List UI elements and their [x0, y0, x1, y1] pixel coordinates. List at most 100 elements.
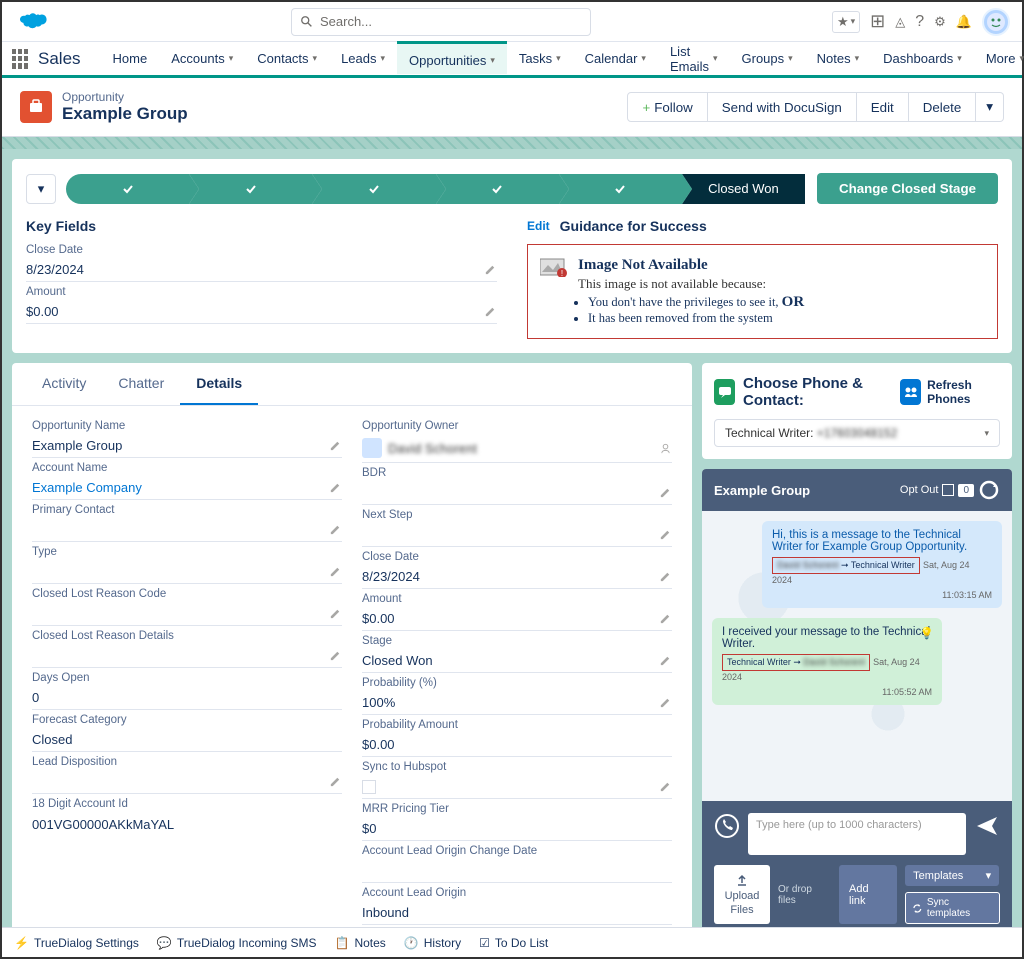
nav-calendar[interactable]: Calendar▾ — [573, 42, 658, 75]
nav-contacts[interactable]: Contacts▾ — [245, 42, 329, 75]
edit-pencil-icon[interactable] — [329, 481, 342, 494]
path-card: ▾ Closed Won Change Closed Stage Key Fie… — [12, 159, 1012, 353]
global-search[interactable]: Search... — [291, 8, 591, 36]
owner-link[interactable]: David Schorent — [388, 441, 477, 456]
edit-pencil-icon[interactable] — [484, 263, 497, 276]
truedialog-settings[interactable]: ⚡TrueDialog Settings — [14, 936, 139, 950]
edit-pencil-icon[interactable] — [329, 775, 342, 788]
edit-pencil-icon[interactable] — [659, 612, 672, 625]
add-icon[interactable]: ⊞ — [870, 11, 885, 32]
nav-notes[interactable]: Notes▾ — [805, 42, 872, 75]
tab-details[interactable]: Details — [180, 363, 258, 405]
refresh-phones-button[interactable]: Refresh Phones — [900, 378, 1000, 406]
notifications-icon[interactable]: 🔔 — [956, 14, 972, 30]
header-utilities: ★▾ ⊞ ◬ ? ⚙ 🔔 — [832, 8, 1010, 36]
edit-pencil-icon[interactable] — [659, 696, 672, 709]
phone-contact-select[interactable]: Technical Writer: +17603048152 ▾ — [714, 419, 1000, 447]
guidance-edit-link[interactable]: Edit — [527, 219, 550, 233]
edit-pencil-icon[interactable] — [329, 523, 342, 536]
user-avatar[interactable] — [982, 8, 1010, 36]
edit-pencil-icon[interactable] — [484, 305, 497, 318]
phone-title: Choose Phone & Contact: — [743, 375, 892, 409]
key-fields-row: Key Fields Close Date 8/23/2024 Amount $… — [26, 218, 998, 339]
page-body: Opportunity Example Group +Follow Send w… — [2, 78, 1022, 927]
upload-files-button[interactable]: UploadFiles — [714, 865, 770, 924]
nav-list-emails[interactable]: List Emails▾ — [658, 42, 730, 75]
footer-notes[interactable]: 📋Notes — [334, 936, 385, 950]
optout-checkbox[interactable] — [942, 484, 954, 496]
edit-pencil-icon[interactable] — [659, 528, 672, 541]
message-input[interactable]: Type here (up to 1000 characters) — [748, 813, 966, 855]
trailhead-icon[interactable]: ◬ — [895, 14, 905, 30]
chat-composer: Type here (up to 1000 characters) Upload… — [702, 801, 1012, 927]
stage-2[interactable] — [189, 174, 312, 204]
sales-path: ▾ Closed Won Change Closed Stage — [26, 173, 998, 204]
change-stage-button[interactable]: Change Closed Stage — [817, 173, 998, 204]
stage-3[interactable] — [312, 174, 435, 204]
amount-value: $0.00 — [26, 300, 497, 324]
app-launcher-icon[interactable] — [12, 49, 28, 69]
tab-activity[interactable]: Activity — [26, 363, 102, 405]
stage-1[interactable] — [66, 174, 189, 204]
edit-button[interactable]: Edit — [857, 92, 909, 122]
details-card: Activity Chatter Details Opportunity Nam… — [12, 363, 692, 927]
setup-icon[interactable]: ⚙ — [934, 14, 946, 30]
phone-card: Choose Phone & Contact: Refresh Phones T… — [702, 363, 1012, 459]
send-icon[interactable] — [974, 813, 1000, 839]
nav-accounts[interactable]: Accounts▾ — [159, 42, 245, 75]
add-link-button[interactable]: Add link — [839, 865, 897, 924]
delete-button[interactable]: Delete — [909, 92, 977, 122]
nav-leads[interactable]: Leads▾ — [329, 42, 397, 75]
footer-todo[interactable]: ☑To Do List — [479, 936, 548, 950]
edit-pencil-icon[interactable] — [659, 654, 672, 667]
tab-chatter[interactable]: Chatter — [102, 363, 180, 405]
message-count: 0 — [958, 484, 974, 497]
docusign-button[interactable]: Send with DocuSign — [708, 92, 857, 122]
app-navigation: Sales Home Accounts▾ Contacts▾ Leads▾ Op… — [2, 42, 1022, 78]
edit-pencil-icon[interactable] — [659, 780, 672, 793]
chat-refresh-icon[interactable] — [978, 479, 1000, 501]
nav-groups[interactable]: Groups▾ — [730, 42, 805, 75]
edit-pencil-icon[interactable] — [329, 649, 342, 662]
nav-home[interactable]: Home — [101, 42, 160, 75]
salesforce-logo — [14, 10, 50, 34]
nav-dashboards[interactable]: Dashboards▾ — [871, 42, 974, 75]
nav-opportunities[interactable]: Opportunities▾ — [397, 41, 507, 74]
stage-closed-won[interactable]: Closed Won — [682, 174, 805, 204]
account-link[interactable]: Example Company — [32, 480, 142, 495]
truedialog-sms[interactable]: 💬TrueDialog Incoming SMS — [157, 936, 317, 950]
incoming-message: 💡 I received your message to the Technic… — [712, 618, 942, 705]
edit-pencil-icon[interactable] — [329, 439, 342, 452]
stage-4[interactable] — [436, 174, 559, 204]
record-title: Example Group — [62, 104, 188, 124]
bulb-icon: 💡 — [920, 626, 934, 640]
edit-pencil-icon[interactable] — [659, 570, 672, 583]
app-name: Sales — [38, 49, 81, 69]
sync-icon — [912, 903, 923, 914]
favorites-button[interactable]: ★▾ — [832, 11, 860, 33]
svg-text:!: ! — [561, 269, 563, 277]
dial-icon[interactable] — [714, 813, 740, 839]
follow-button[interactable]: +Follow — [627, 92, 707, 122]
nav-more[interactable]: More▾ — [974, 42, 1024, 75]
nav-tasks[interactable]: Tasks▾ — [507, 42, 573, 75]
edit-pencil-icon[interactable] — [329, 607, 342, 620]
edit-pencil-icon[interactable] — [659, 486, 672, 499]
broken-image-icon: ! — [540, 257, 568, 277]
global-header: Search... ★▾ ⊞ ◬ ? ⚙ 🔔 — [2, 2, 1022, 42]
object-type: Opportunity — [62, 90, 188, 104]
record-header: Opportunity Example Group +Follow Send w… — [2, 78, 1022, 137]
path-toggle[interactable]: ▾ — [26, 174, 56, 204]
change-owner-icon[interactable] — [659, 442, 672, 455]
sync-hubspot-checkbox[interactable] — [362, 780, 376, 794]
more-actions-button[interactable]: ▾ — [976, 92, 1004, 122]
footer-history[interactable]: 🕐History — [404, 936, 461, 950]
edit-pencil-icon[interactable] — [329, 565, 342, 578]
decorative-stripe — [2, 137, 1022, 149]
help-icon[interactable]: ? — [915, 13, 924, 31]
sync-templates-button[interactable]: Sync templates — [905, 892, 1000, 924]
templates-select[interactable]: Templates▾ — [905, 865, 999, 886]
stage-5[interactable] — [559, 174, 682, 204]
key-fields-title: Key Fields — [26, 218, 497, 234]
chat-header: Example Group Opt Out 0 — [702, 469, 1012, 511]
